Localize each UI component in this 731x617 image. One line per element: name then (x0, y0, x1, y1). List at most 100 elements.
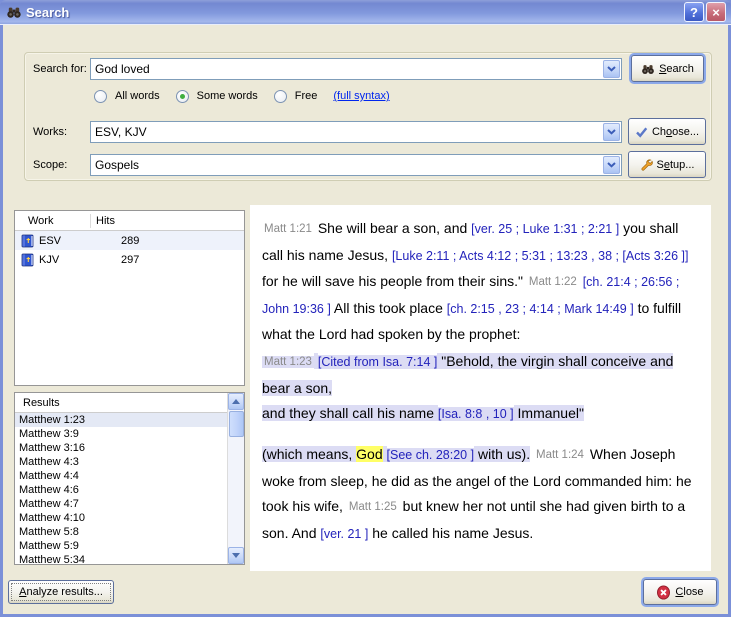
close-window-button[interactable]: × (706, 2, 726, 22)
setup-scope-button[interactable]: Setup... (628, 151, 706, 178)
titlebar[interactable]: Search ? × (0, 0, 731, 25)
verse-text: he called his name Jesus. (368, 525, 533, 541)
result-item[interactable]: Matthew 5:9 (15, 539, 227, 553)
work-name: KJV (39, 254, 97, 266)
results-header: Results (15, 393, 227, 413)
verse-text: with us). (474, 446, 530, 462)
cross-reference-link[interactable]: [ver. 21 ] (320, 527, 368, 541)
verse-block: (which means, God [See ch. 28:20 ] with … (262, 442, 703, 547)
analyze-button-label: Analyze results... (19, 586, 103, 598)
verse-number: Matt 1:21 (262, 223, 314, 235)
hits-table-body: ESV289KJV297 (15, 231, 244, 269)
verse-text: for he will save his people from their s… (262, 273, 527, 289)
cross-reference-link[interactable]: [ch. 2:15 , 23 ; 4:14 ; Mark 14:49 ] (447, 302, 634, 316)
close-button-label: Close (675, 586, 703, 598)
some-words-label: Some words (197, 90, 258, 102)
scroll-down-icon[interactable] (228, 547, 244, 564)
results-scrollbar[interactable] (227, 393, 244, 564)
results-items: Matthew 1:23Matthew 3:9Matthew 3:16Matth… (15, 413, 227, 564)
result-item[interactable]: Matthew 5:34 (15, 553, 227, 564)
red-circle-x-icon (656, 585, 671, 600)
scope-combobox (90, 154, 622, 176)
close-button[interactable]: Close (643, 579, 717, 605)
chevron-down-icon[interactable] (603, 123, 620, 141)
cross-reference-link[interactable]: [Luke 2:11 ; Acts 4:12 ; 5:31 ; 13:23 , … (392, 249, 688, 263)
help-button[interactable]: ? (684, 2, 704, 22)
result-item[interactable]: Matthew 4:4 (15, 469, 227, 483)
free-radio[interactable] (274, 90, 287, 103)
works-label: Works: (33, 126, 67, 138)
chevron-down-icon[interactable] (603, 60, 620, 78)
full-syntax-link[interactable]: (full syntax) (333, 90, 389, 102)
scrollbar-track[interactable] (228, 410, 244, 547)
table-row[interactable]: KJV297 (15, 250, 244, 269)
search-mode-row: All words Some words Free (full syntax) (94, 88, 390, 104)
choose-button-label: Choose... (652, 126, 699, 138)
result-item[interactable]: Matthew 4:3 (15, 455, 227, 469)
checkmark-icon (635, 126, 648, 138)
result-item[interactable]: Matthew 4:10 (15, 511, 227, 525)
hit-count: 289 (97, 235, 139, 247)
verse-number: Matt 1:22 (527, 276, 579, 288)
result-item[interactable]: Matthew 4:7 (15, 497, 227, 511)
verse-text: and they shall call his name (262, 405, 438, 421)
works-input[interactable] (91, 122, 602, 142)
blue-book-icon (21, 253, 35, 267)
chevron-down-icon[interactable] (603, 156, 620, 174)
scroll-up-icon[interactable] (228, 393, 244, 410)
blue-book-icon (21, 234, 35, 248)
cross-reference-link[interactable]: [Cited from Isa. 7:14 ] (318, 355, 438, 369)
binoculars-icon (6, 4, 22, 20)
result-item[interactable]: Matthew 3:16 (15, 441, 227, 455)
results-list: Results Matthew 1:23Matthew 3:9Matthew 3… (15, 393, 227, 564)
scope-label: Scope: (33, 159, 67, 171)
result-item[interactable]: Matthew 4:6 (15, 483, 227, 497)
verse-number: Matt 1:25 (347, 501, 399, 513)
works-combobox (90, 121, 622, 143)
result-item[interactable]: Matthew 1:23 (15, 413, 227, 427)
setup-button-label: Setup... (657, 159, 695, 171)
hits-header[interactable]: Work Hits (15, 211, 244, 231)
cross-reference-link[interactable]: [See ch. 28:20 ] (387, 448, 475, 462)
result-item[interactable]: Matthew 3:9 (15, 427, 227, 441)
verse-number: Matt 1:24 (534, 449, 586, 461)
verse-number: Matt 1:23 (262, 356, 314, 368)
cross-reference-link[interactable]: [ver. 25 ; Luke 1:31 ; 2:21 ] (471, 222, 619, 236)
verse-text-panel: Matt 1:21 She will bear a son, and [ver.… (250, 205, 711, 571)
results-panel: Results Matthew 1:23Matthew 3:9Matthew 3… (14, 392, 245, 565)
scrollbar-thumb[interactable] (229, 411, 244, 437)
search-input[interactable] (91, 59, 602, 79)
window-title: Search (26, 5, 682, 20)
verse-text: (which means, (262, 446, 356, 462)
column-header-work[interactable]: Work (15, 214, 91, 228)
verse-text: She will bear a son, and (314, 220, 471, 236)
work-name: ESV (39, 235, 97, 247)
scope-input[interactable] (91, 155, 602, 175)
analyze-results-button[interactable]: Analyze results... (8, 580, 114, 604)
verse-block: Matt 1:23 [Cited from Isa. 7:14 ] "Behol… (262, 349, 703, 427)
binoculars-icon (641, 62, 655, 76)
verse-text: God (356, 446, 382, 462)
verse-text (383, 446, 387, 462)
verse-text: Immanuel" (514, 405, 584, 421)
column-header-hits[interactable]: Hits (91, 215, 115, 227)
all-words-radio[interactable] (94, 90, 107, 103)
choose-works-button[interactable]: Choose... (628, 118, 706, 145)
search-button[interactable]: Search (631, 55, 704, 82)
verse-text: All this took place (331, 300, 447, 316)
wrench-icon (640, 158, 653, 171)
search-for-label: Search for: (33, 63, 87, 75)
table-row[interactable]: ESV289 (15, 231, 244, 250)
some-words-radio[interactable] (176, 90, 189, 103)
dialog-body: Search for: Search (3, 25, 728, 614)
search-for-combobox (90, 58, 622, 80)
hit-count: 297 (97, 254, 139, 266)
search-dialog-window: Search ? × Search for: (0, 0, 731, 617)
search-button-label: Search (659, 63, 694, 75)
hits-panel: Work Hits ESV289KJV297 (14, 210, 245, 386)
cross-reference-link[interactable]: [Isa. 8:8 , 10 ] (438, 407, 514, 421)
free-label: Free (295, 90, 318, 102)
result-item[interactable]: Matthew 5:8 (15, 525, 227, 539)
all-words-label: All words (115, 90, 160, 102)
verse-block: Matt 1:21 She will bear a son, and [ver.… (262, 216, 703, 347)
